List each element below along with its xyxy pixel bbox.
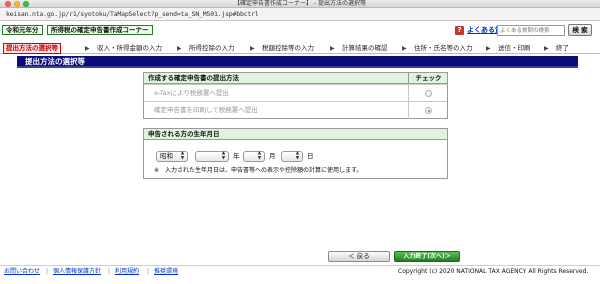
footer-link-contact[interactable]: お問い合わせ	[4, 266, 40, 277]
step-5: 計算結果の確認	[342, 44, 388, 52]
chevron-updown-icon: ▲ ▼	[180, 151, 185, 161]
step-2: 収入・所得金額の入力	[97, 44, 162, 52]
submission-method-panel: 作成する確定申告書の提出方法 チェック e-Taxにより税務署へ提出 確定申告書…	[143, 72, 448, 119]
check-column-heading: チェック	[408, 73, 448, 84]
era-select[interactable]: 昭和 ▲ ▼	[156, 151, 188, 162]
step-arrow-icon: ▶	[544, 45, 549, 52]
option-row-etax[interactable]: e-Taxにより税務署へ提出	[144, 84, 447, 102]
step-arrow-icon: ▶	[177, 45, 182, 52]
step-1-current: 提出方法の選択等	[3, 43, 61, 54]
option-print-label: 確定申告書を印刷して税務署へ提出	[154, 106, 258, 114]
year-select[interactable]: ▲ ▼	[195, 151, 229, 162]
option-etax-radio[interactable]	[425, 90, 432, 97]
address-bar[interactable]: keisan.nta.go.jp/r1/syotoku/TaMapSelect?…	[0, 8, 600, 21]
site-header: 令和元年分 所得税の確定申告書作成コーナー ? よくある質問 検 索	[0, 21, 600, 36]
footer-link-terms[interactable]: 利用規約	[115, 266, 139, 277]
footer-separator: |	[108, 268, 111, 275]
step-4: 税額控除等の入力	[262, 44, 314, 52]
corner-name-badge: 所得税の確定申告書作成コーナー	[47, 25, 153, 35]
chevron-updown-icon: ▲ ▼	[257, 151, 262, 161]
back-button[interactable]: ＜ 戻る	[328, 251, 390, 262]
url-text[interactable]: keisan.nta.go.jp/r1/syotoku/TaMapSelect?…	[6, 8, 259, 21]
footer-link-environment[interactable]: 推奨環境	[154, 266, 178, 277]
page-title-bar: 提出方法の選択等	[17, 56, 578, 68]
month-select[interactable]: ▲ ▼	[243, 151, 265, 162]
option-etax-label: e-Taxにより税務署へ提出	[154, 89, 229, 97]
footer-separator: |	[147, 268, 150, 275]
step-arrow-icon: ▶	[486, 45, 491, 52]
step-3: 所得控除の入力	[189, 44, 235, 52]
question-icon: ?	[455, 26, 464, 35]
next-button[interactable]: 入力終了(次へ)＞	[394, 251, 460, 262]
faq-search-input[interactable]	[497, 25, 565, 36]
copyright-text: Copyright (c) 2020 NATIONAL TAX AGENCY A…	[398, 268, 589, 275]
chevron-updown-icon: ▲ ▼	[221, 151, 226, 161]
era-select-value: 昭和	[160, 152, 173, 160]
step-arrow-icon: ▶	[250, 45, 255, 52]
submission-method-heading: 作成する確定申告書の提出方法	[144, 73, 447, 84]
window-titlebar: 【確定申告書作成コーナー】 - 提出方法の選択等	[0, 0, 600, 8]
page-title: 提出方法の選択等	[25, 57, 85, 66]
birthdate-heading: 申告される方の生年月日	[144, 129, 447, 140]
tax-year-badge: 令和元年分	[2, 25, 43, 35]
step-arrow-icon: ▶	[402, 45, 407, 52]
year-unit-label: 年	[233, 152, 240, 160]
birthdate-panel: 申告される方の生年月日 昭和 ▲ ▼ ▲ ▼ 年 ▲ ▼ 月 ▲ ▼ 日 ※ 入力された…	[143, 128, 448, 179]
step-6: 住所・氏名等の入力	[414, 44, 473, 52]
window-title: 【確定申告書作成コーナー】 - 提出方法の選択等	[234, 0, 366, 7]
footer-separator: |	[46, 268, 49, 275]
step-arrow-icon: ▶	[85, 45, 90, 52]
step-7: 送信・印刷	[498, 44, 531, 52]
chevron-updown-icon: ▲ ▼	[295, 151, 300, 161]
step-arrow-icon: ▶	[330, 45, 335, 52]
step-indicator: 提出方法の選択等 ▶ 収入・所得金額の入力 ▶ 所得控除の入力 ▶ 税額控除等の…	[0, 43, 600, 54]
option-print-radio[interactable]	[425, 107, 432, 114]
month-unit-label: 月	[269, 152, 276, 160]
day-select[interactable]: ▲ ▼	[281, 151, 303, 162]
search-button[interactable]: 検 索	[568, 24, 592, 36]
footer-link-privacy[interactable]: 個人情報保護方針	[53, 266, 101, 277]
step-8: 終了	[556, 44, 569, 52]
birthdate-note: ※ 入力された生年月日は、申告書等への表示や控除額の計算に使用します。	[154, 167, 363, 174]
footer: お問い合わせ | 個人情報保護方針 | 利用規約 | 推奨環境 Copyrigh…	[0, 265, 600, 284]
day-unit-label: 日	[307, 152, 314, 160]
option-row-print[interactable]: 確定申告書を印刷して税務署へ提出	[144, 101, 447, 119]
